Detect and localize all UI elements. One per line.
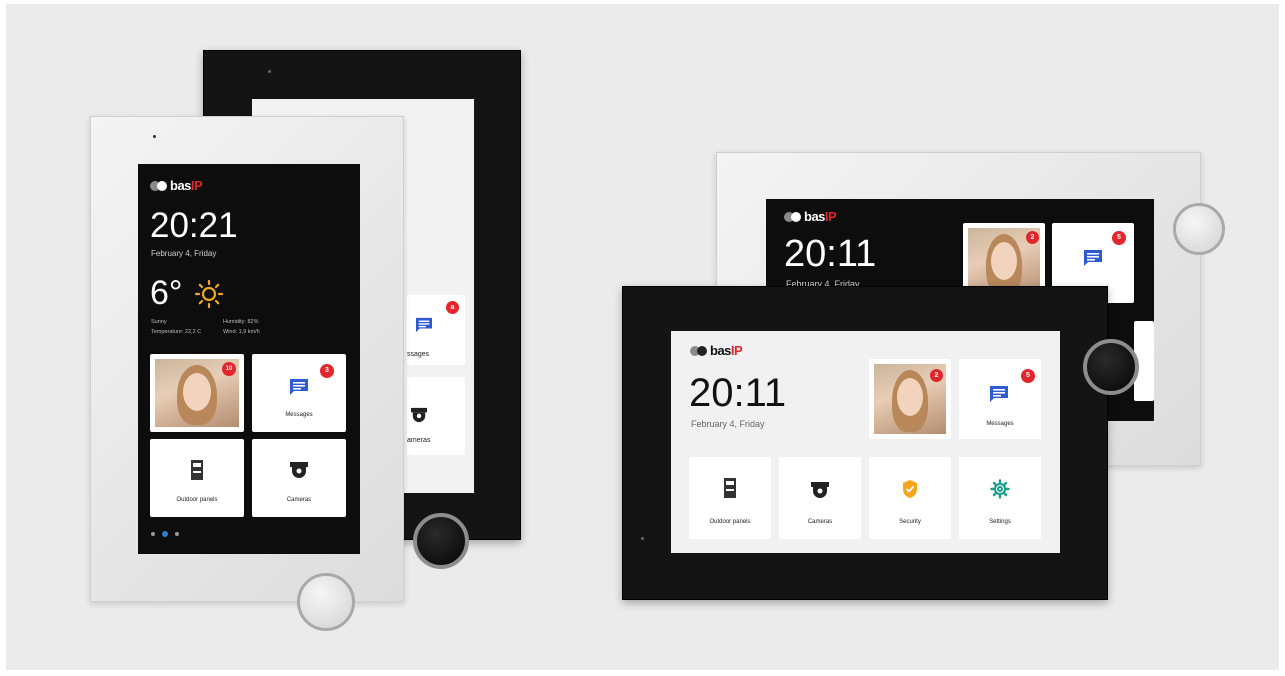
outdoor-panel-icon xyxy=(191,460,203,480)
message-icon xyxy=(990,386,1008,402)
tile-label: ssages xyxy=(407,351,430,358)
page-indicator[interactable] xyxy=(151,531,179,537)
visitor-tile[interactable]: 2 xyxy=(869,359,951,439)
clock-date: February 4, Friday xyxy=(691,419,765,429)
tile-label: Security xyxy=(899,519,921,525)
tile-label: Cameras xyxy=(286,497,312,503)
brand-suffix: IP xyxy=(730,343,743,358)
badge: 2 xyxy=(1026,231,1039,244)
cameras-tile[interactable]: ameras xyxy=(407,377,465,455)
message-icon xyxy=(416,317,432,333)
tile-label: Cameras xyxy=(807,519,833,525)
message-icon xyxy=(290,379,308,395)
brand-logo: bas IP xyxy=(784,209,837,224)
messages-tile[interactable]: 3 Messages xyxy=(252,354,346,432)
badge: 3 xyxy=(320,364,334,378)
clock-time: 20:21 xyxy=(150,206,238,245)
settings-tile[interactable]: Settings xyxy=(959,457,1041,539)
security-tile[interactable]: Security xyxy=(869,457,951,539)
outdoor-panels-tile[interactable]: Outdoor panels xyxy=(689,457,771,539)
tile-label: Outdoor panels xyxy=(709,519,751,525)
tile-label: ameras xyxy=(407,437,431,444)
camera-icon xyxy=(411,407,427,423)
brand-logo: bas IP xyxy=(690,343,743,358)
messages-tile[interactable]: a ssages xyxy=(407,295,465,365)
horizontal-black-device: bas IP 20:11 February 4, Friday 2 5 Messa… xyxy=(622,286,1139,600)
camera-icon xyxy=(811,482,829,498)
vertical-white-screen: bas IP 20:21 February 4, Friday 6° Sunny … xyxy=(138,164,360,554)
clock-date: February 4, Friday xyxy=(151,249,217,258)
message-icon xyxy=(1084,250,1102,266)
messages-tile[interactable]: 5 Messages xyxy=(959,359,1041,439)
badge: 5 xyxy=(1021,369,1035,383)
brand-name: bas xyxy=(804,209,825,224)
vertical-white-device: bas IP 20:21 February 4, Friday 6° Sunny … xyxy=(90,116,404,631)
weather-humidity: Humidity: 82% xyxy=(223,319,259,325)
badge: a xyxy=(446,301,459,314)
visitor-tile[interactable]: 10 xyxy=(150,354,244,432)
weather-wind: Wind: 1,9 km/h xyxy=(223,329,260,335)
brand-suffix: IP xyxy=(824,209,837,224)
page-dot[interactable] xyxy=(151,532,155,536)
camera-icon xyxy=(290,462,308,478)
clock-time: 20:11 xyxy=(784,233,877,275)
weather-temperature: Temperature: 22,2 C xyxy=(151,329,202,335)
tile-label: Messages xyxy=(986,421,1014,427)
page-dot-active[interactable] xyxy=(162,531,168,537)
badge: 2 xyxy=(930,369,943,382)
home-button[interactable] xyxy=(1083,339,1139,395)
camera-sensor xyxy=(153,135,156,138)
badge: 5 xyxy=(1112,231,1126,245)
gear-icon xyxy=(990,479,1010,499)
cameras-tile[interactable]: Cameras xyxy=(779,457,861,539)
brand-suffix: IP xyxy=(190,178,203,193)
brand-name: bas xyxy=(710,343,731,358)
weather-condition: Sunny xyxy=(151,319,167,325)
sun-icon xyxy=(194,279,224,309)
outdoor-panel-icon xyxy=(724,478,736,498)
brand-name: bas xyxy=(170,178,191,193)
home-button[interactable] xyxy=(413,513,469,569)
home-button[interactable] xyxy=(297,573,355,631)
home-button[interactable] xyxy=(1173,203,1225,255)
camera-sensor xyxy=(641,537,644,540)
badge: 10 xyxy=(222,362,236,376)
cameras-tile[interactable]: Cameras xyxy=(252,439,346,517)
page-dot[interactable] xyxy=(175,532,179,536)
product-showcase: a ssages ameras bas IP 20:21 February 4,… xyxy=(6,4,1279,670)
tile-label: Settings xyxy=(989,519,1011,525)
camera-sensor xyxy=(268,70,271,73)
tile-label: Messages xyxy=(285,412,313,418)
clock-time: 20:11 xyxy=(689,371,787,415)
outdoor-panels-tile[interactable]: Outdoor panels xyxy=(150,439,244,517)
shield-check-icon xyxy=(903,480,917,498)
horizontal-black-screen: bas IP 20:11 February 4, Friday 2 5 Messa… xyxy=(671,331,1060,553)
brand-logo: bas IP xyxy=(150,178,203,193)
weather-temp: 6° xyxy=(150,274,183,312)
tile-label: Outdoor panels xyxy=(176,497,218,503)
